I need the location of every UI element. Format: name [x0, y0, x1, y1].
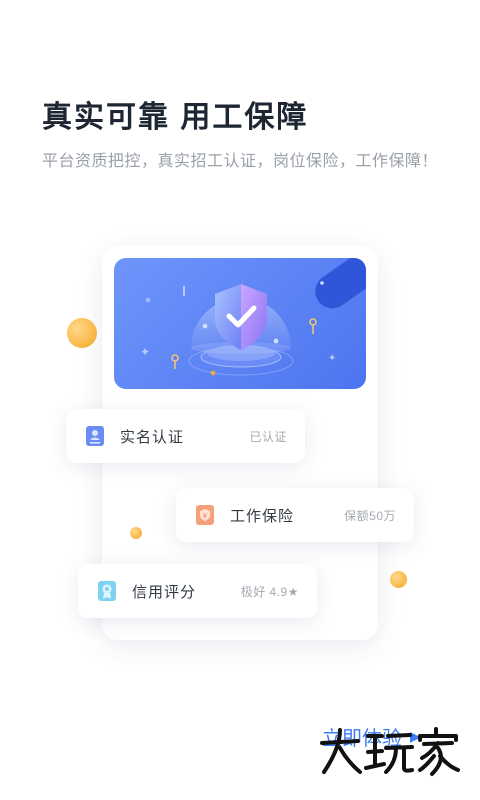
card-value: 极好 4.9★ [240, 584, 299, 599]
svg-text:¥: ¥ [203, 513, 207, 520]
svg-text:✦: ✦ [140, 345, 150, 359]
card-label: 实名认证 [120, 428, 185, 446]
card-value: 保额50万 [344, 508, 396, 523]
page-title: 真实可靠 用工保障 [42, 101, 309, 134]
insurance-icon: ¥ [196, 505, 214, 525]
card-label: 工作保险 [230, 507, 295, 525]
security-banner: ✦ ✦ [114, 258, 366, 389]
card-value: 已认证 [249, 429, 287, 444]
card-label: 信用评分 [132, 583, 197, 601]
id-card-icon [86, 426, 104, 446]
decor-ball-left [67, 318, 97, 348]
page-subtitle: 平台资质把控，真实招工认证，岗位保险，工作保障！ [42, 153, 439, 170]
svg-text:✦: ✦ [328, 353, 336, 364]
decor-ball-right [390, 571, 407, 588]
card-real-name[interactable]: 实名认证 已认证 [66, 409, 305, 463]
watermark-logo [320, 727, 460, 776]
card-work-insurance[interactable]: ¥ 工作保险 保额50万 [176, 488, 414, 542]
decor-ball-small [130, 527, 142, 539]
card-credit-score[interactable]: 信用评分 极好 4.9★ [78, 564, 317, 618]
credit-badge-icon [98, 581, 116, 601]
shield-check-icon: ✦ ✦ [140, 258, 366, 376]
